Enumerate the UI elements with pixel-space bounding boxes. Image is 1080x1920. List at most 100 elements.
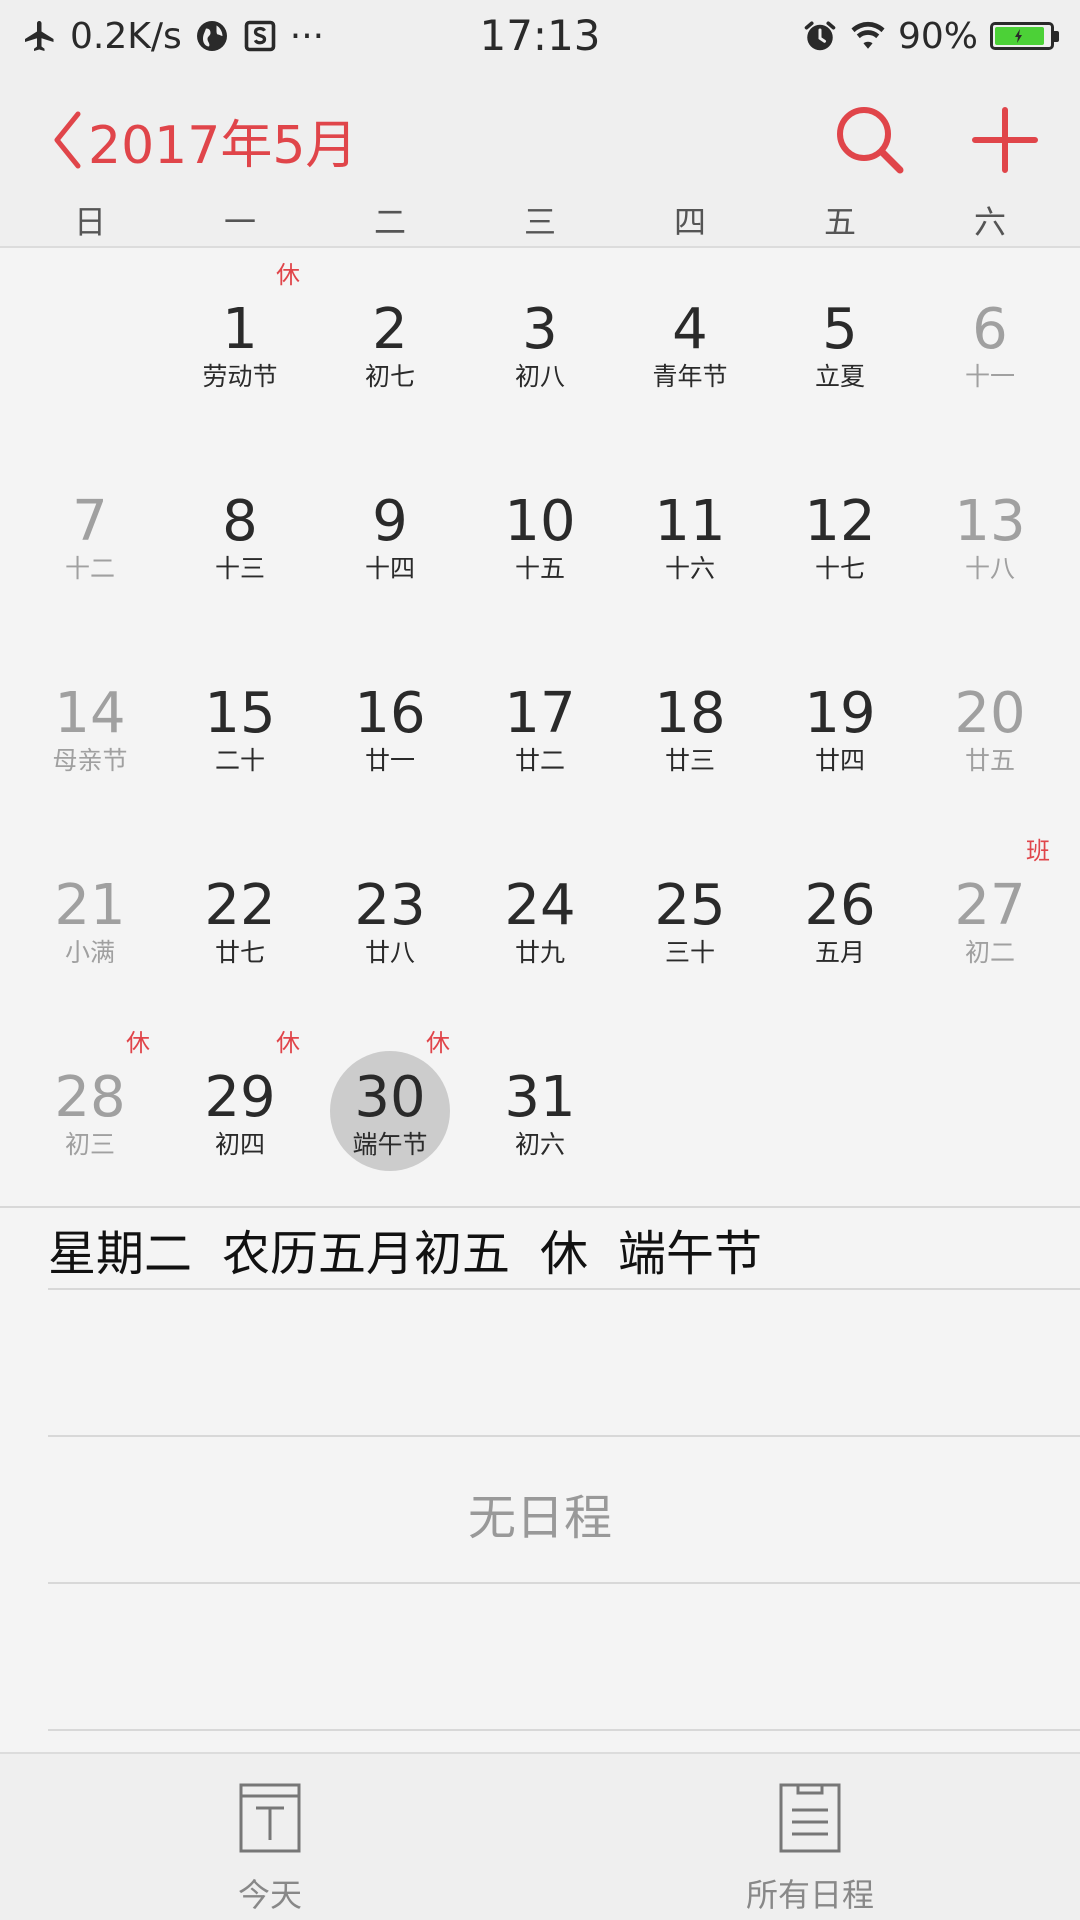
day-cell-7[interactable]: 7 十二 (15, 440, 165, 632)
all-events-label: 所有日程 (745, 1876, 874, 1914)
day-cell-10[interactable]: 10 十五 (465, 440, 615, 632)
day-cell-15[interactable]: 15 二十 (165, 632, 315, 824)
day-number: 5 (822, 297, 858, 362)
day-lunar-label: 廿九 (514, 938, 565, 967)
detail-divider (48, 1288, 1080, 1290)
calendar-header: 2017年5月 日 一 二 三 四 五 六 (0, 72, 1080, 248)
search-icon (837, 107, 904, 174)
day-number: 9 (372, 489, 408, 554)
day-lunar-label: 立夏 (814, 362, 865, 391)
day-lunar-label: 初四 (214, 1130, 265, 1159)
today-icon (239, 1783, 301, 1853)
day-cell-16[interactable]: 16 廿一 (315, 632, 465, 824)
status-bar: 0.2K/s ··· 17:13 90% (0, 0, 1080, 72)
event-slot-divider-1 (48, 1435, 1080, 1437)
day-number: 12 (804, 489, 876, 554)
day-cell-6[interactable]: 6 十一 (915, 248, 1065, 440)
day-number: 24 (504, 873, 576, 938)
day-number: 2 (372, 297, 408, 362)
weekday-sat: 六 (973, 203, 1006, 241)
day-cell-9[interactable]: 9 十四 (315, 440, 465, 632)
list-icon (779, 1783, 841, 1853)
search-button[interactable] (832, 102, 908, 178)
day-cell-8[interactable]: 8 十三 (165, 440, 315, 632)
day-cell-11[interactable]: 11 十六 (615, 440, 765, 632)
day-cell-28[interactable]: 休 28 初三 (15, 1016, 165, 1208)
alarm-icon (804, 21, 836, 51)
plus-icon (972, 107, 1038, 173)
day-number: 15 (204, 681, 276, 746)
day-number: 19 (804, 681, 876, 746)
day-number: 4 (672, 297, 708, 362)
chevron-left-icon (54, 111, 81, 169)
day-cell-5[interactable]: 5 立夏 (765, 248, 915, 440)
weekday-tue: 二 (373, 203, 406, 241)
day-lunar-label: 端午节 (352, 1130, 428, 1159)
day-lunar-label: 廿二 (514, 746, 565, 775)
day-cell-25[interactable]: 25 三十 (615, 824, 765, 1016)
day-number: 6 (972, 297, 1008, 362)
day-lunar-label: 廿三 (664, 746, 715, 775)
day-lunar-label: 廿七 (214, 938, 265, 967)
today-button[interactable]: 今天 (120, 1754, 420, 1920)
day-number: 31 (504, 1065, 576, 1130)
event-slot-divider-2 (48, 1582, 1080, 1584)
today-label: 今天 (237, 1876, 302, 1914)
day-cell-22[interactable]: 22 廿七 (165, 824, 315, 1016)
day-lunar-label: 十二 (64, 554, 115, 583)
weekday-thu: 四 (673, 203, 706, 241)
weekday-mon: 一 (223, 203, 256, 241)
day-lunar-label: 母亲节 (52, 746, 128, 775)
day-lunar-label: 廿四 (814, 746, 865, 775)
day-lunar-label: 五月 (814, 938, 865, 967)
day-cell-13[interactable]: 13 十八 (915, 440, 1065, 632)
day-cell-14[interactable]: 14 母亲节 (15, 632, 165, 824)
back-button[interactable]: 2017年5月 (52, 100, 357, 180)
day-number: 20 (954, 681, 1026, 746)
day-number: 16 (354, 681, 426, 746)
empty-cell (615, 1016, 765, 1208)
day-cell-4[interactable]: 4 青年节 (615, 248, 765, 440)
day-cell-1[interactable]: 休 1 劳动节 (165, 248, 315, 440)
day-cell-29[interactable]: 休 29 初四 (165, 1016, 315, 1208)
holiday-badge: 休 (276, 261, 300, 289)
day-lunar-label: 十五 (514, 554, 565, 583)
weekday-sun: 日 (73, 203, 106, 241)
day-cell-21[interactable]: 21 小满 (15, 824, 165, 1016)
holiday-badge: 班 (1026, 837, 1050, 865)
day-cell-27[interactable]: 班 27 初二 (915, 824, 1065, 1016)
day-cell-17[interactable]: 17 廿二 (465, 632, 615, 824)
day-number: 26 (804, 873, 876, 938)
day-lunar-label: 二十 (214, 746, 265, 775)
day-number: 11 (654, 489, 726, 554)
day-number: 8 (222, 489, 258, 554)
day-lunar-label: 廿五 (964, 746, 1015, 775)
day-cell-24[interactable]: 24 廿九 (465, 824, 615, 1016)
day-cell-30[interactable]: 休 30 端午节 (315, 1016, 465, 1208)
day-number: 10 (504, 489, 576, 554)
day-lunar-label: 十三 (214, 554, 265, 583)
day-cell-18[interactable]: 18 廿三 (615, 632, 765, 824)
day-cell-31[interactable]: 31 初六 (465, 1016, 615, 1208)
all-events-button[interactable]: 所有日程 (660, 1754, 960, 1920)
day-number: 30 (354, 1065, 426, 1130)
battery-percent: 90% (897, 15, 978, 57)
weekday-row: 日 一 二 三 四 五 六 (0, 198, 1080, 246)
day-cell-3[interactable]: 3 初八 (465, 248, 615, 440)
day-cell-26[interactable]: 26 五月 (765, 824, 915, 1016)
day-cell-2[interactable]: 2 初七 (315, 248, 465, 440)
day-cell-23[interactable]: 23 廿八 (315, 824, 465, 1016)
day-lunar-label: 十一 (964, 362, 1015, 391)
day-number: 17 (504, 681, 576, 746)
day-cell-19[interactable]: 19 廿四 (765, 632, 915, 824)
empty-cell (915, 1016, 1065, 1208)
day-cell-20[interactable]: 20 廿五 (915, 632, 1065, 824)
selected-holiday-status: 休 (540, 1226, 589, 1282)
day-lunar-label: 廿一 (364, 746, 415, 775)
add-event-button[interactable] (970, 102, 1040, 178)
month-title: 2017年5月 (88, 115, 358, 176)
day-cell-12[interactable]: 12 十七 (765, 440, 915, 632)
event-slot-divider-3 (48, 1729, 1080, 1731)
day-number: 3 (522, 297, 558, 362)
selected-day-info: 星期二 农历五月初五 休 端午节 (48, 1216, 762, 1282)
